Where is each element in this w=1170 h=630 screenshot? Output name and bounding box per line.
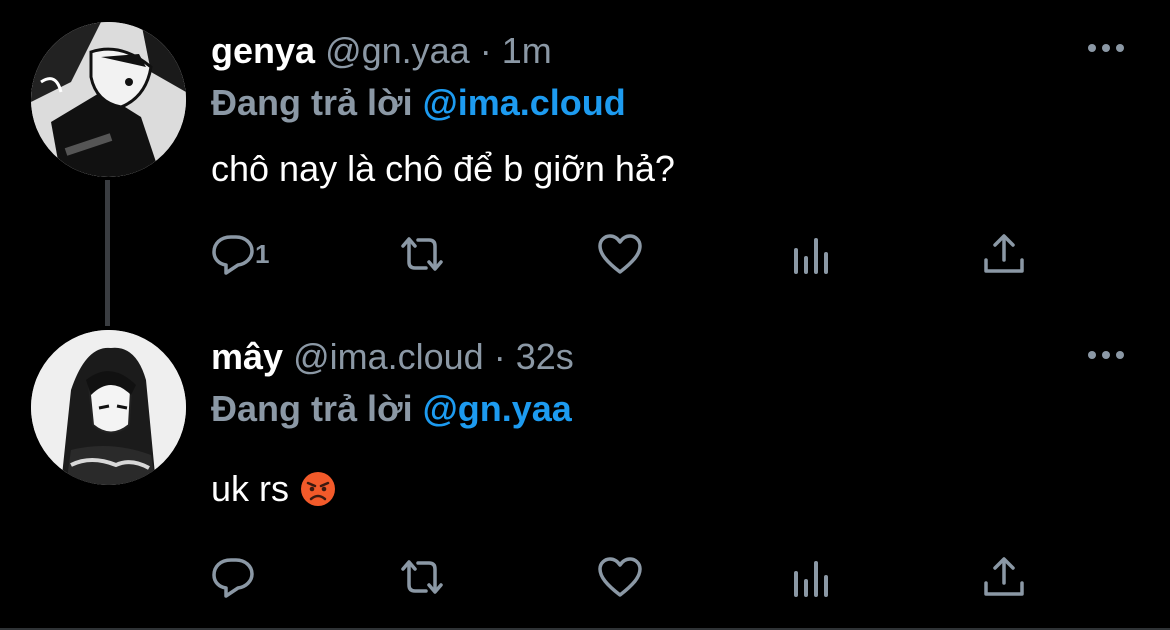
share-button[interactable]	[981, 232, 1027, 276]
retweet-icon	[401, 560, 443, 594]
tweet-body: uk rs	[211, 468, 336, 510]
separator: ·	[493, 336, 506, 377]
like-button[interactable]	[597, 555, 643, 599]
reply-count: 1	[255, 238, 270, 269]
replying-to-label: Đang trả lời	[211, 82, 413, 123]
avatar-image	[31, 22, 186, 177]
analytics-button[interactable]	[789, 232, 835, 276]
like-button[interactable]	[597, 232, 643, 276]
retweet-button[interactable]	[399, 555, 445, 599]
mention-link[interactable]: @ima.cloud	[423, 82, 626, 123]
retweet-button[interactable]	[399, 232, 445, 276]
timestamp[interactable]: 1m	[502, 30, 552, 71]
more-icon[interactable]	[1086, 345, 1126, 365]
display-name[interactable]: mây	[211, 336, 283, 377]
analytics-icon	[794, 561, 828, 597]
avatar[interactable]	[31, 22, 186, 177]
tweet-text: chô nay là chô để b giỡn hả?	[211, 148, 675, 189]
reply-button[interactable]: 1	[211, 232, 269, 276]
reply-icon	[212, 235, 254, 275]
tweet-header: mây @ima.cloud · 32s	[211, 336, 574, 378]
share-icon	[984, 234, 1024, 273]
action-bar: 1	[211, 232, 1041, 276]
avatar[interactable]	[31, 330, 186, 485]
replying-to: Đang trả lời @ima.cloud	[211, 82, 626, 124]
share-icon	[984, 557, 1024, 596]
more-icon[interactable]	[1086, 38, 1126, 58]
replying-to-label: Đang trả lời	[211, 388, 413, 429]
angry-face-emoji-icon	[301, 472, 336, 506]
retweet-icon	[401, 237, 443, 271]
reply-button[interactable]	[211, 555, 257, 599]
analytics-icon	[794, 238, 828, 274]
like-icon	[598, 557, 642, 597]
avatar-image	[31, 330, 186, 485]
action-bar	[211, 555, 1041, 599]
tweet-1[interactable]: genya @gn.yaa · 1m Đang trả lời @ima.clo…	[0, 0, 1170, 310]
username[interactable]: @ima.cloud	[293, 336, 484, 377]
mention-link[interactable]: @gn.yaa	[423, 388, 572, 429]
separator: ·	[479, 30, 492, 71]
username[interactable]: @gn.yaa	[325, 30, 470, 71]
display-name[interactable]: genya	[211, 30, 315, 71]
tweet-header: genya @gn.yaa · 1m	[211, 30, 552, 72]
share-button[interactable]	[981, 555, 1027, 599]
replying-to: Đang trả lời @gn.yaa	[211, 388, 572, 430]
tweet-text: uk rs	[211, 468, 290, 509]
like-icon	[598, 234, 642, 274]
timestamp[interactable]: 32s	[516, 336, 574, 377]
tweet-2[interactable]: mây @ima.cloud · 32s Đang trả lời @gn.ya…	[0, 310, 1170, 630]
reply-icon	[212, 558, 254, 598]
analytics-button[interactable]	[789, 555, 835, 599]
